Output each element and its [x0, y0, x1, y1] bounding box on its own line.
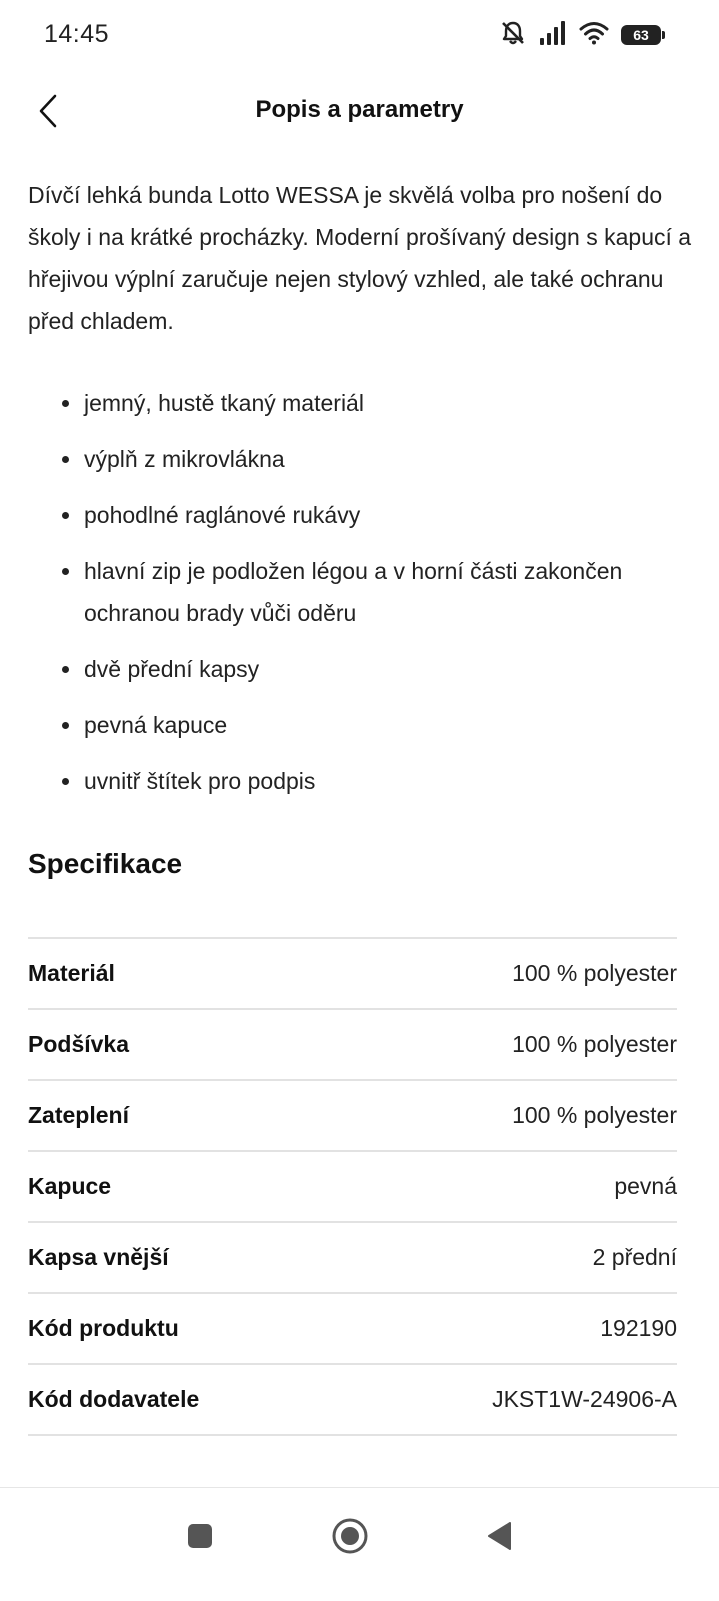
specification-table: Materiál 100 % polyester Podšívka 100 % …	[28, 937, 677, 1436]
bullet-dot	[62, 456, 69, 463]
system-nav-bar	[0, 1487, 719, 1601]
page-title: Popis a parametry	[255, 96, 464, 123]
spec-value: 2 přední	[592, 1244, 677, 1270]
home-circle-icon	[331, 1517, 369, 1560]
list-item-text: jemný, hustě tkaný materiál	[84, 390, 364, 416]
table-row: Kapuce pevná	[28, 1152, 677, 1223]
status-icons: 63	[499, 19, 665, 52]
list-item: jemný, hustě tkaný materiál	[28, 382, 693, 424]
spec-label: Kód produktu	[28, 1315, 179, 1341]
bullet-dot	[62, 666, 69, 673]
list-item: hlavní zip je podložen légou a v horní č…	[28, 550, 693, 634]
specification-heading: Specifikace	[28, 848, 183, 879]
back-triangle-icon	[486, 1521, 514, 1556]
list-item-text: dvě přední kapsy	[84, 656, 260, 682]
list-item: výplň z mikrovlákna	[28, 438, 693, 480]
bullet-dot	[62, 568, 69, 575]
recents-button[interactable]	[170, 1508, 230, 1568]
table-row: Kapsa vnější 2 přední	[28, 1223, 677, 1294]
home-button[interactable]	[320, 1508, 380, 1568]
list-item: uvnitř štítek pro podpis	[28, 760, 693, 802]
table-row: Kód dodavatele JKST1W-24906-A	[28, 1365, 677, 1436]
spec-label: Kapsa vnější	[28, 1244, 169, 1270]
list-item-text: hlavní zip je podložen légou a v horní č…	[84, 558, 623, 626]
recents-square-icon	[186, 1522, 214, 1555]
bullet-dot	[62, 512, 69, 519]
list-item: pohodlné raglánové rukávy	[28, 494, 693, 536]
product-description: Dívčí lehká bunda Lotto WESSA je skvělá …	[28, 182, 692, 334]
system-back-button[interactable]	[470, 1508, 530, 1568]
header: Popis a parametry	[0, 72, 719, 152]
signal-icon	[539, 20, 567, 51]
status-time: 14:45	[44, 20, 110, 48]
spec-label: Zateplení	[28, 1102, 129, 1128]
bullet-dot	[62, 778, 69, 785]
bell-off-icon	[499, 19, 527, 52]
wifi-icon	[579, 21, 609, 50]
table-row: Zateplení 100 % polyester	[28, 1081, 677, 1152]
list-item-text: pohodlné raglánové rukávy	[84, 502, 361, 528]
list-item: pevná kapuce	[28, 704, 693, 746]
spec-label: Kapuce	[28, 1173, 112, 1199]
table-row: Materiál 100 % polyester	[28, 939, 677, 1010]
feature-list: jemný, hustě tkaný materiál výplň z mikr…	[28, 382, 693, 816]
status-bar: 14:45 63	[0, 0, 719, 72]
battery-level: 63	[633, 27, 649, 43]
spec-label: Kód dodavatele	[28, 1386, 200, 1412]
spec-value: 100 % polyester	[512, 1031, 677, 1057]
bullet-dot	[62, 400, 69, 407]
spec-label: Materiál	[28, 960, 115, 986]
spec-value: 100 % polyester	[512, 960, 677, 986]
bullet-dot	[62, 722, 69, 729]
battery-icon: 63	[621, 25, 665, 45]
spec-value: 192190	[600, 1315, 677, 1341]
spec-value: JKST1W-24906-A	[492, 1386, 677, 1412]
list-item-text: pevná kapuce	[84, 712, 228, 738]
list-item-text: výplň z mikrovlákna	[84, 446, 285, 472]
table-row: Podšívka 100 % polyester	[28, 1010, 677, 1081]
spec-value: pevná	[614, 1173, 677, 1199]
spec-value: 100 % polyester	[512, 1102, 677, 1128]
table-row: Kód produktu 192190	[28, 1294, 677, 1365]
list-item-text: uvnitř štítek pro podpis	[84, 768, 316, 794]
list-item: dvě přední kapsy	[28, 648, 693, 690]
spec-label: Podšívka	[28, 1031, 129, 1057]
